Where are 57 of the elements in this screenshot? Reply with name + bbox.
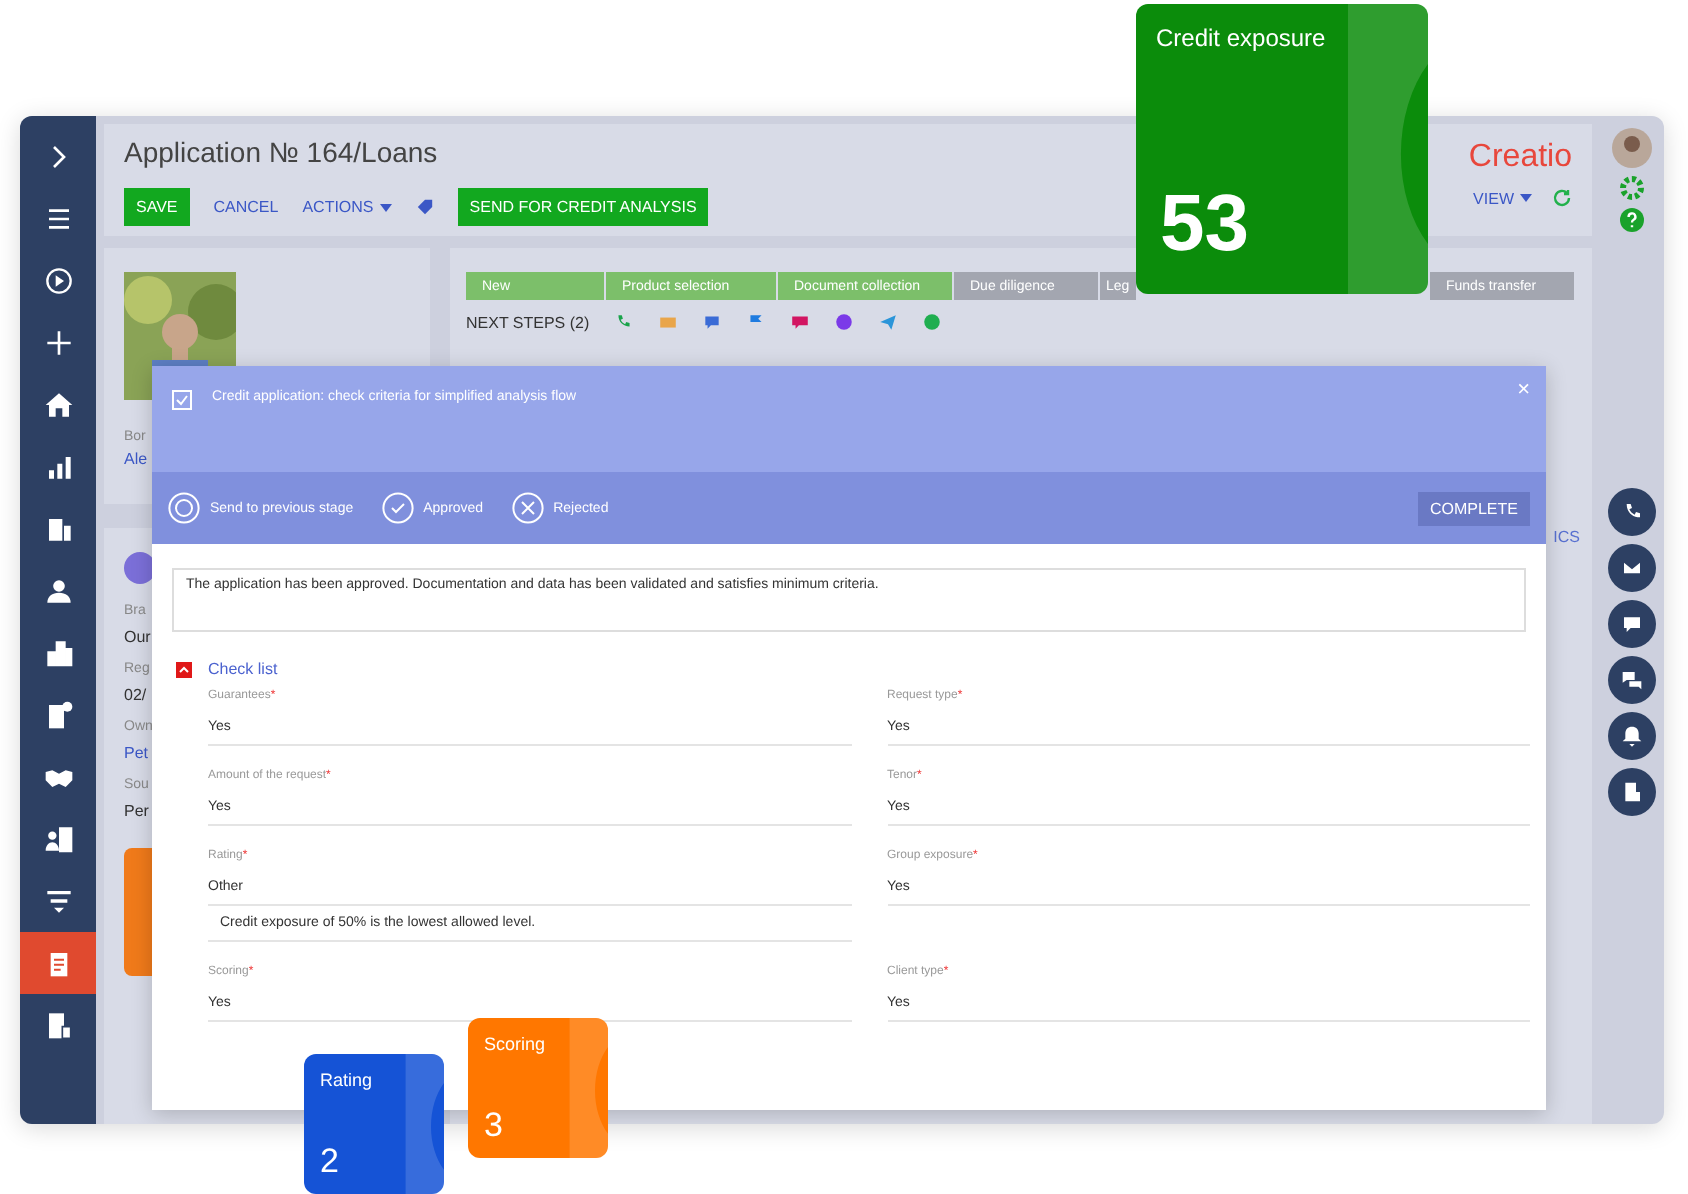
- tile-value: 3: [484, 1106, 503, 1146]
- office-icon: [43, 824, 73, 854]
- plus-icon: [43, 328, 73, 358]
- side-button[interactable]: [1608, 712, 1656, 760]
- tag-icon[interactable]: [415, 198, 434, 216]
- messenger-icon[interactable]: [833, 312, 854, 332]
- field-value: 02/: [124, 686, 147, 704]
- side-button[interactable]: [1608, 656, 1656, 704]
- check-icon: [381, 492, 414, 524]
- document-icon: [1620, 780, 1644, 804]
- tile-title: Scoring: [484, 1034, 546, 1054]
- collapse-icon[interactable]: [176, 661, 192, 677]
- tile-value: 53: [1160, 180, 1249, 270]
- caret-icon: [1520, 194, 1532, 202]
- side-button[interactable]: [1608, 600, 1656, 648]
- page-title: Application № 164/Loans: [124, 136, 440, 168]
- caret-icon: [379, 203, 392, 211]
- side-button[interactable]: [1608, 768, 1656, 816]
- cancel-button[interactable]: CANCEL: [213, 198, 279, 216]
- avatar-icon[interactable]: [1612, 128, 1652, 168]
- field-value: Our: [124, 628, 151, 646]
- person-icon: [43, 576, 73, 606]
- tile-title: Rating: [320, 1070, 373, 1090]
- tile-value: 2: [320, 1142, 339, 1182]
- field-value: Per: [124, 802, 149, 820]
- field-value[interactable]: Pet: [124, 744, 149, 762]
- bar-chart-icon: [43, 452, 73, 482]
- side-button[interactable]: [1608, 544, 1656, 592]
- tile-title: Credit exposure: [1156, 24, 1326, 52]
- side-button[interactable]: [1608, 488, 1656, 536]
- logo: Creatio: [1468, 140, 1572, 176]
- building-icon: [43, 514, 73, 544]
- checkbox[interactable]: [172, 390, 192, 410]
- tab-label[interactable]: ICS: [1553, 528, 1580, 546]
- play-icon: [43, 266, 73, 296]
- funnel-icon: [43, 886, 73, 916]
- view-menu[interactable]: VIEW: [1473, 189, 1532, 207]
- home-icon: [43, 390, 73, 420]
- menu-icon: [43, 204, 73, 234]
- complete-button[interactable]: COMPLETE: [1417, 491, 1530, 525]
- action-button[interactable]: SEND FOR CREDIT ANALYSIS: [457, 188, 709, 226]
- close-button[interactable]: ×: [1517, 378, 1530, 402]
- summary-card: [124, 848, 152, 976]
- help-icon[interactable]: [1620, 208, 1644, 232]
- sms-icon[interactable]: [789, 312, 810, 332]
- section-title[interactable]: Check list: [208, 660, 278, 678]
- chat-icon: [1620, 612, 1644, 636]
- bell-icon: [1620, 724, 1644, 748]
- circle-icon: [168, 492, 200, 524]
- chats-icon: [1620, 668, 1644, 692]
- document-icon: [43, 700, 73, 730]
- next-steps-label[interactable]: NEXT STEPS (2): [466, 313, 590, 331]
- action-button[interactable]: SAVE: [124, 188, 190, 226]
- actions-menu[interactable]: ACTIONS: [302, 198, 392, 216]
- chat-icon[interactable]: [701, 312, 722, 332]
- buildings-icon: [43, 638, 73, 668]
- cross-icon: [511, 492, 544, 524]
